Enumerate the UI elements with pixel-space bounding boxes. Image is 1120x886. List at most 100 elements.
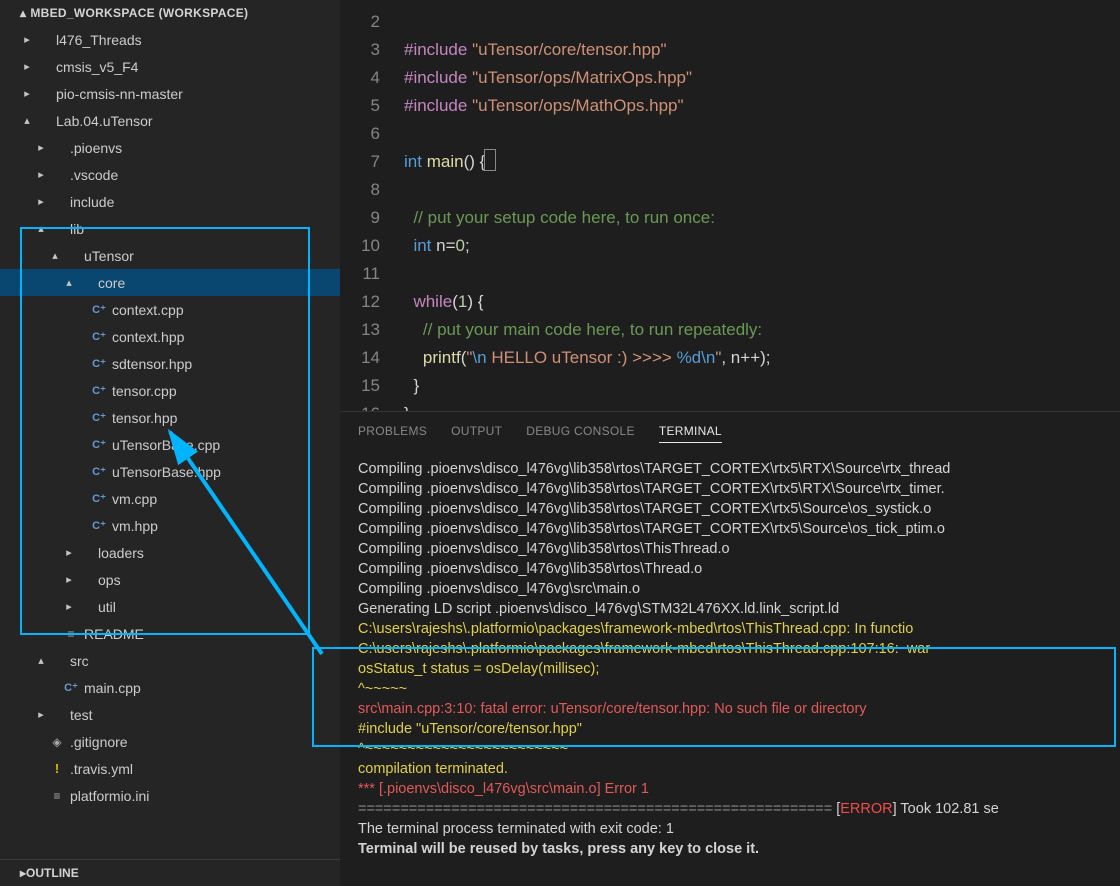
tree-item-utensorbase-hpp[interactable]: C⁺uTensorBase.hpp xyxy=(0,458,340,485)
outline-section[interactable]: ▸ OUTLINE xyxy=(0,859,340,886)
tree-item-readme[interactable]: ≡ README xyxy=(0,620,340,647)
tree-item-vm-cpp[interactable]: C⁺vm.cpp xyxy=(0,485,340,512)
tree-item-lib[interactable]: ▴lib xyxy=(0,215,340,242)
code-line[interactable]: } xyxy=(404,400,771,411)
tree-item-vm-hpp[interactable]: C⁺vm.hpp xyxy=(0,512,340,539)
twisty-icon: ▸ xyxy=(34,708,48,721)
line-number: 15 xyxy=(340,372,380,400)
terminal-line: Compiling .pioenvs\disco_l476vg\lib358\r… xyxy=(358,559,1102,579)
code-line[interactable] xyxy=(404,8,771,36)
twisty-icon: ▸ xyxy=(20,60,34,73)
tree-item-label: uTensorBase.cpp xyxy=(112,437,220,453)
tree-item-label: uTensor xyxy=(84,248,134,264)
line-number: 12 xyxy=(340,288,380,316)
file-icon: C⁺ xyxy=(62,681,80,694)
tree-item-context-hpp[interactable]: C⁺context.hpp xyxy=(0,323,340,350)
tree-item-ops[interactable]: ▸ops xyxy=(0,566,340,593)
tree-item-label: context.cpp xyxy=(112,302,184,318)
tree-item-label: README xyxy=(84,626,144,642)
code-line[interactable]: #include "uTensor/ops/MatrixOps.hpp" xyxy=(404,64,771,92)
tree-item-test[interactable]: ▸test xyxy=(0,701,340,728)
tree-item-label: .travis.yml xyxy=(70,761,133,777)
code-editor[interactable]: 2345678910111213141516 #include "uTensor… xyxy=(340,0,1120,411)
panel-tab-problems[interactable]: PROBLEMS xyxy=(358,420,427,443)
tree-item-platformio-ini[interactable]: ≡platformio.ini xyxy=(0,782,340,809)
terminal-line: src\main.cpp:3:10: fatal error: uTensor/… xyxy=(358,699,1102,719)
tree-item-label: util xyxy=(98,599,116,615)
tree-item-tensor-cpp[interactable]: C⁺tensor.cpp xyxy=(0,377,340,404)
twisty-icon: ▸ xyxy=(34,168,48,181)
code-line[interactable]: // put your main code here, to run repea… xyxy=(404,316,771,344)
tree-item-label: uTensorBase.hpp xyxy=(112,464,221,480)
twisty-icon: ▴ xyxy=(48,249,62,262)
code-line[interactable]: printf("\n HELLO uTensor :) >>>> %d\n", … xyxy=(404,344,771,372)
line-number: 14 xyxy=(340,344,380,372)
tree-item-label: cmsis_v5_F4 xyxy=(56,59,138,75)
workspace-header[interactable]: ▴ MBED_WORKSPACE (WORKSPACE) xyxy=(0,0,340,26)
tree-item-label: lib xyxy=(70,221,84,237)
twisty-icon: ▸ xyxy=(62,600,76,613)
tree-item-sdtensor-hpp[interactable]: C⁺sdtensor.hpp xyxy=(0,350,340,377)
panel-tab-terminal[interactable]: TERMINAL xyxy=(659,420,722,443)
line-number: 13 xyxy=(340,316,380,344)
file-icon: C⁺ xyxy=(90,303,108,316)
code-line[interactable] xyxy=(404,260,771,288)
line-gutter: 2345678910111213141516 xyxy=(340,0,396,411)
tree-item--travis-yml[interactable]: ! .travis.yml xyxy=(0,755,340,782)
tree-item-cmsis-v5-f4[interactable]: ▸ cmsis_v5_F4 xyxy=(0,53,340,80)
tree-item-src[interactable]: ▴src xyxy=(0,647,340,674)
code-line[interactable]: // put your setup code here, to run once… xyxy=(404,204,771,232)
code-line[interactable]: while(1) { xyxy=(404,288,771,316)
tree-item-utensor[interactable]: ▴ uTensor xyxy=(0,242,340,269)
code-line[interactable] xyxy=(404,120,771,148)
twisty-icon: ▴ xyxy=(20,114,34,127)
tree-item--vscode[interactable]: ▸.vscode xyxy=(0,161,340,188)
tree-item-label: core xyxy=(98,275,125,291)
panel-tab-debug-console[interactable]: DEBUG CONSOLE xyxy=(526,420,635,443)
code-line[interactable]: } xyxy=(404,372,771,400)
terminal-line: Compiling .pioenvs\disco_l476vg\lib358\r… xyxy=(358,479,1102,499)
tree-item-include[interactable]: ▸include xyxy=(0,188,340,215)
file-icon: ! xyxy=(48,761,66,776)
terminal-output[interactable]: Compiling .pioenvs\disco_l476vg\lib358\r… xyxy=(340,449,1120,886)
tree-item-label: pio-cmsis-nn-master xyxy=(56,86,183,102)
tree-item-pio-cmsis-nn-master[interactable]: ▸ pio-cmsis-nn-master xyxy=(0,80,340,107)
tree-item-label: vm.cpp xyxy=(112,491,157,507)
file-icon: C⁺ xyxy=(90,438,108,451)
twisty-icon: ▴ xyxy=(62,276,76,289)
code-content[interactable]: #include "uTensor/core/tensor.hpp"#inclu… xyxy=(396,0,771,411)
tree-item-loaders[interactable]: ▸loaders xyxy=(0,539,340,566)
code-line[interactable]: #include "uTensor/core/tensor.hpp" xyxy=(404,36,771,64)
file-icon: C⁺ xyxy=(90,330,108,343)
panel-tabs: PROBLEMS OUTPUT DEBUG CONSOLE TERMINAL xyxy=(340,412,1120,449)
tree-item-label: .gitignore xyxy=(70,734,128,750)
tree-item-utensorbase-cpp[interactable]: C⁺ uTensorBase.cpp xyxy=(0,431,340,458)
twisty-icon: ▸ xyxy=(62,546,76,559)
workspace-title: MBED_WORKSPACE (WORKSPACE) xyxy=(30,6,248,20)
tree-item-label: .pioenvs xyxy=(70,140,122,156)
terminal-line: Compiling .pioenvs\disco_l476vg\lib358\r… xyxy=(358,539,1102,559)
terminal-line: ========================================… xyxy=(358,799,1102,819)
tree-item-main-cpp[interactable]: C⁺main.cpp xyxy=(0,674,340,701)
tree-item-core[interactable]: ▴ core xyxy=(0,269,340,296)
twisty-icon: ▸ xyxy=(20,87,34,100)
panel-tab-output[interactable]: OUTPUT xyxy=(451,420,502,443)
tree-item-lab-04-utensor[interactable]: ▴Lab.04.uTensor xyxy=(0,107,340,134)
code-line[interactable]: #include "uTensor/ops/MathOps.hpp" xyxy=(404,92,771,120)
code-line[interactable]: int n=0; xyxy=(404,232,771,260)
outline-label: OUTLINE xyxy=(26,866,79,880)
tree-item-util[interactable]: ▸ util xyxy=(0,593,340,620)
main-area: 2345678910111213141516 #include "uTensor… xyxy=(340,0,1120,886)
file-icon: ≡ xyxy=(62,627,80,641)
tree-item--pioenvs[interactable]: ▸.pioenvs xyxy=(0,134,340,161)
file-icon: C⁺ xyxy=(90,411,108,424)
code-line[interactable]: int main() { xyxy=(404,148,771,176)
tree-item-l476-threads[interactable]: ▸l476_Threads xyxy=(0,26,340,53)
twisty-icon: ▸ xyxy=(34,195,48,208)
tree-item--gitignore[interactable]: ◈.gitignore xyxy=(0,728,340,755)
line-number: 11 xyxy=(340,260,380,288)
code-line[interactable] xyxy=(404,176,771,204)
tree-item-context-cpp[interactable]: C⁺ context.cpp xyxy=(0,296,340,323)
file-icon: C⁺ xyxy=(90,384,108,397)
tree-item-tensor-hpp[interactable]: C⁺tensor.hpp xyxy=(0,404,340,431)
